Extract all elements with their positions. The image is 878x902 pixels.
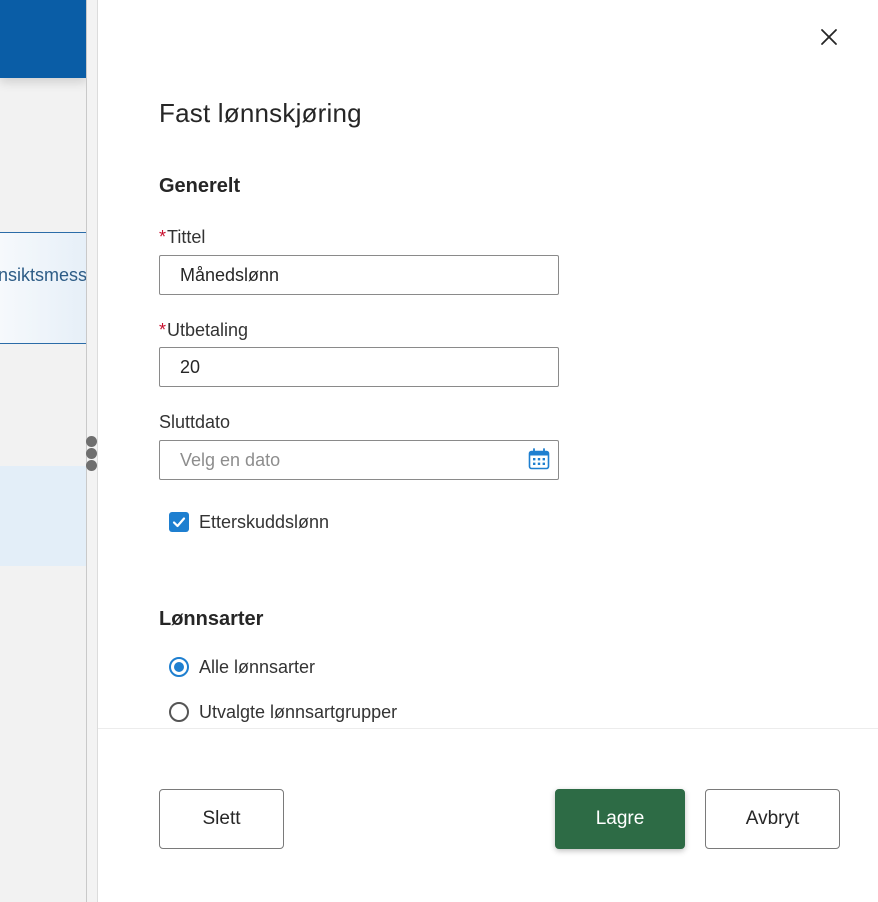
handle-dot: [86, 448, 97, 459]
radio-option-all-wage-types[interactable]: Alle lønnsarter: [169, 656, 315, 678]
title-input[interactable]: [159, 255, 559, 295]
side-panel: Fast lønnskjøring Generelt *Tittel *Utbe…: [97, 0, 878, 902]
radio-label-all: Alle lønnsarter: [199, 656, 316, 677]
radio-label-selected-groups: Utvalgte lønnsartgrupper: [199, 701, 398, 722]
title-field-label: *Tittel: [159, 227, 205, 248]
close-icon: [821, 29, 837, 45]
footer-separator: [98, 728, 878, 729]
required-marker: *: [159, 320, 167, 340]
arrears-checkbox-label: Etterskuddslønn: [199, 511, 330, 532]
background-info-banner: nsiktsmess: [0, 232, 87, 344]
section-title-general: Generelt: [159, 175, 241, 197]
panel-title: Fast lønnskjøring: [159, 98, 362, 128]
background-block: [0, 466, 87, 566]
handle-dot: [86, 436, 97, 447]
handle-dot: [86, 460, 97, 471]
close-button[interactable]: [814, 22, 844, 52]
radio-button-selected-groups[interactable]: [169, 702, 189, 722]
payout-field-label: *Utbetaling: [159, 320, 248, 341]
payout-input[interactable]: [159, 347, 559, 387]
background-header: [0, 0, 87, 78]
payout-label-text: Utbetaling: [167, 320, 249, 340]
background-banner-text: nsiktsmess: [0, 265, 87, 285]
end-date-input[interactable]: [159, 440, 559, 480]
title-label-text: Tittel: [167, 227, 206, 247]
save-button[interactable]: Lagre: [555, 789, 685, 849]
background-page: nsiktsmess: [0, 0, 87, 902]
required-marker: *: [159, 227, 167, 247]
cancel-button[interactable]: Avbryt: [705, 789, 840, 849]
calendar-icon[interactable]: [528, 448, 550, 470]
section-title-wage-types: Lønnsarter: [159, 608, 264, 630]
radio-option-selected-groups[interactable]: Utvalgte lønnsartgrupper: [169, 701, 397, 723]
arrears-checkbox-row[interactable]: Etterskuddslønn: [169, 511, 329, 533]
arrears-checkbox[interactable]: [169, 512, 189, 532]
delete-button[interactable]: Slett: [159, 789, 284, 849]
checkmark-icon: [172, 517, 186, 528]
end-date-picker: [159, 440, 559, 480]
end-date-field-label: Sluttdato: [159, 412, 231, 432]
radio-button-all[interactable]: [169, 657, 189, 677]
